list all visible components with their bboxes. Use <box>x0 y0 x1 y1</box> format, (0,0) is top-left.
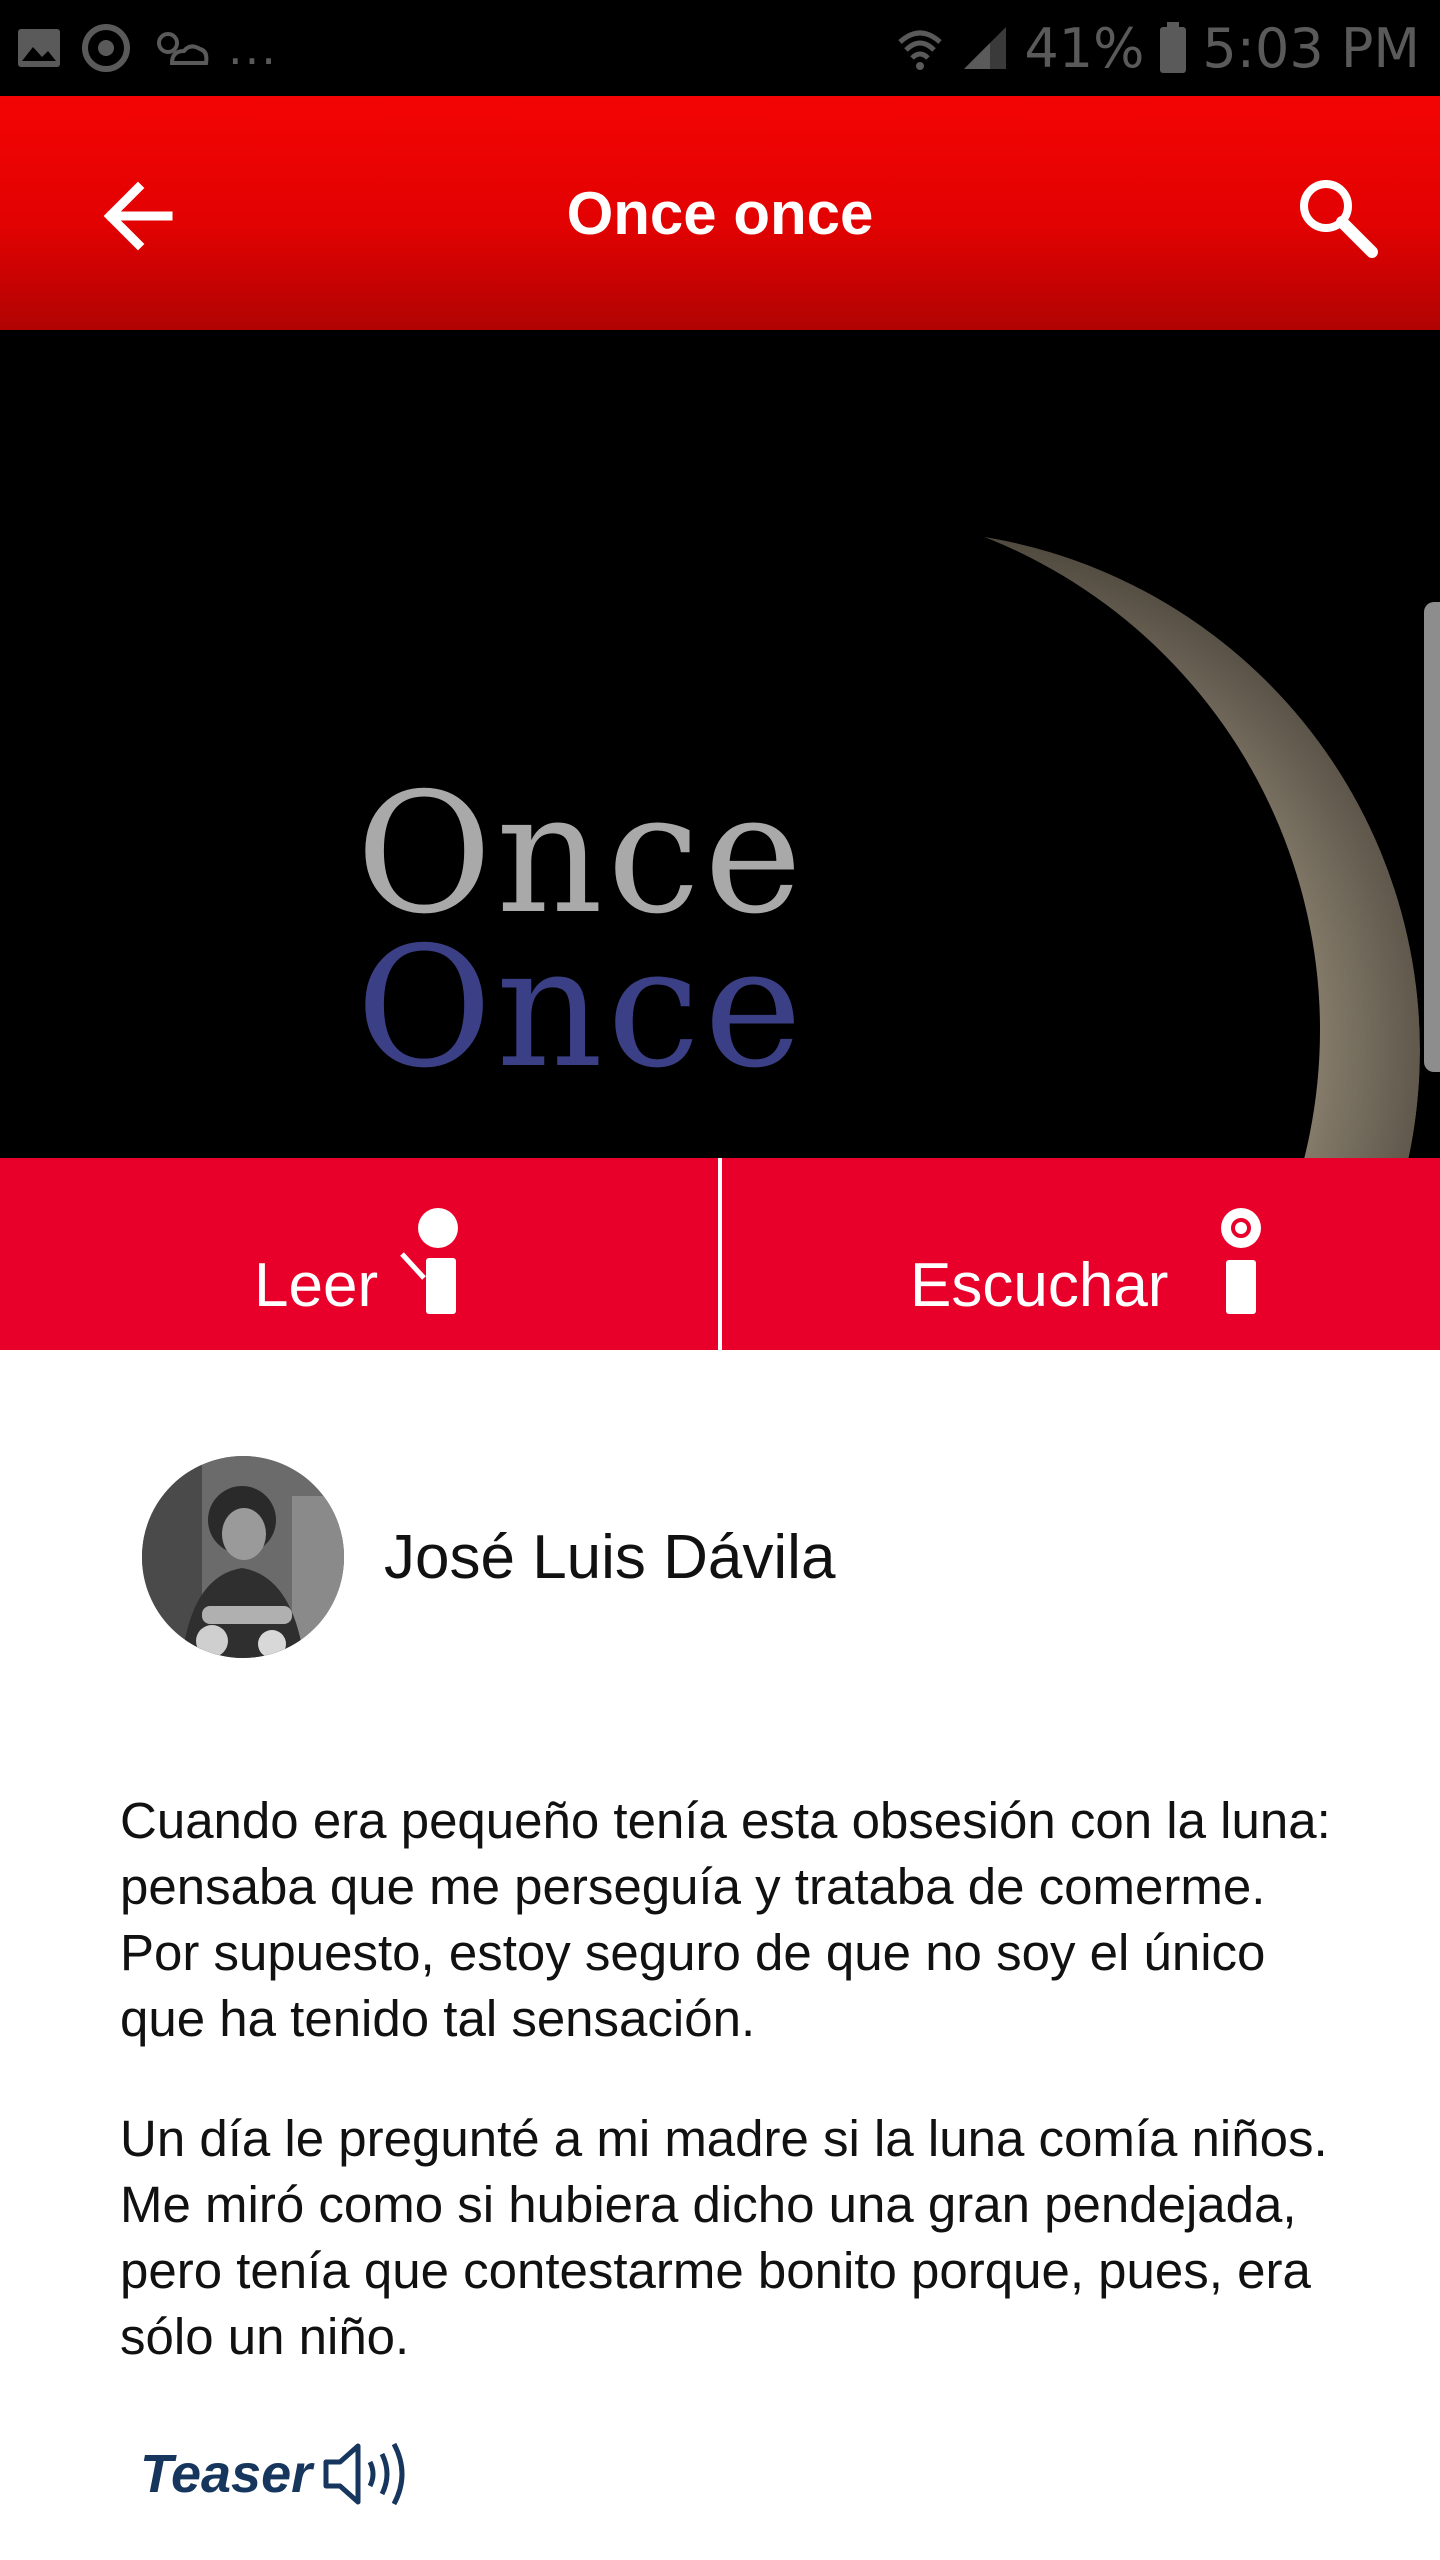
search-button[interactable] <box>1294 174 1380 260</box>
author-row[interactable]: José Luis Dávila <box>142 1456 835 1658</box>
page-title: Once once <box>566 180 874 247</box>
avatar <box>142 1456 344 1658</box>
author-photo <box>142 1456 344 1658</box>
scrollbar-handle[interactable] <box>1424 602 1440 1072</box>
gallery-icon <box>18 29 60 67</box>
read-label: Leer <box>254 1251 379 1320</box>
status-bar-system: 41% 5:03 PM <box>894 17 1420 80</box>
sync-icon <box>82 24 130 72</box>
speaker-icon <box>323 2442 405 2506</box>
more-notifications: ... <box>228 21 278 75</box>
weather-icon <box>157 32 209 65</box>
status-bar: ... 41% 5:03 PM <box>0 0 1440 96</box>
battery-icon <box>1160 22 1187 73</box>
reader-icon <box>400 1208 458 1314</box>
clock: 5:03 PM <box>1202 16 1420 80</box>
paragraph: Cuando era pequeño tenía esta obsesión c… <box>120 1792 1331 2047</box>
story-text: Cuando era pequeño tenía esta obsesión c… <box>120 1788 1340 2424</box>
action-bar: Leer Escuchar <box>0 1158 1440 1350</box>
battery-percent: 41% <box>1024 16 1145 80</box>
listen-label: Escuchar <box>910 1251 1169 1320</box>
listen-button[interactable]: Escuchar <box>718 1158 1440 1350</box>
read-button[interactable]: Leer <box>0 1158 718 1350</box>
author-name: José Luis Dávila <box>384 1522 836 1592</box>
cover-image: Once Once <box>0 330 1440 1158</box>
search-icon <box>1300 180 1378 258</box>
signal-icon <box>964 27 1007 69</box>
listener-icon <box>1221 1208 1261 1314</box>
app-bar: Once once <box>0 96 1440 330</box>
wifi-icon <box>898 30 943 70</box>
teaser-label: Teaser <box>140 2444 313 2504</box>
paragraph: Un día le pregunté a mi madre si la luna… <box>120 2110 1328 2365</box>
teaser-button[interactable]: Teaser <box>140 2434 418 2514</box>
cover-title-line-2: Once <box>356 912 807 1105</box>
status-bar-notifications: ... <box>16 20 278 76</box>
